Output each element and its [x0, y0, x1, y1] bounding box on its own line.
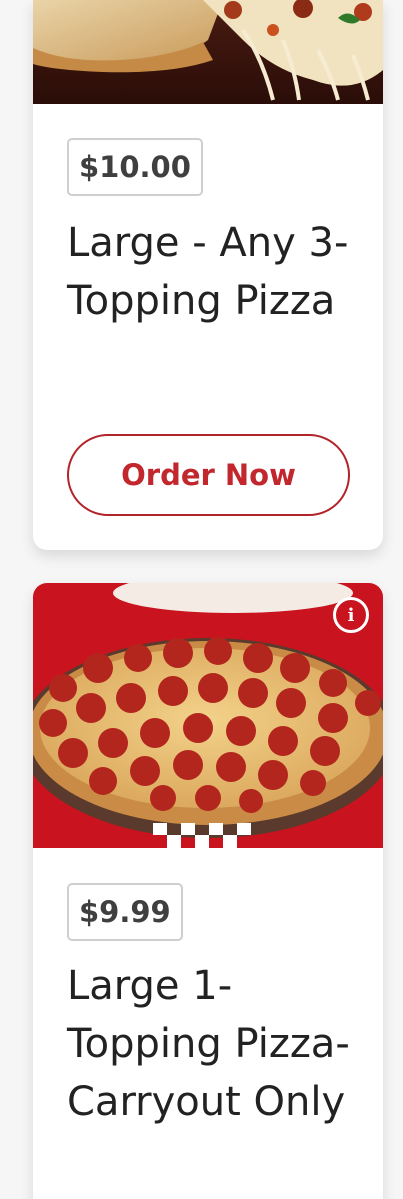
pepperoni-pizza-photo: i	[33, 583, 383, 848]
offer-title: Large 1-Topping Pizza-Carryout Only	[67, 963, 350, 1125]
info-icon[interactable]: i	[333, 597, 369, 633]
offer-title: Large - Any 3-Topping Pizza	[67, 220, 349, 324]
pizza-cheese-pull-photo	[33, 0, 383, 104]
price-badge: $10.00	[67, 138, 203, 196]
price-badge: $9.99	[67, 883, 183, 941]
offer-card[interactable]: i $9.99 Large 1-Topping Pizza-Carryout O…	[33, 583, 383, 1199]
offer-card[interactable]: $10.00 Large - Any 3-Topping Pizza Order…	[33, 0, 383, 550]
order-now-button[interactable]: Order Now	[67, 434, 350, 516]
